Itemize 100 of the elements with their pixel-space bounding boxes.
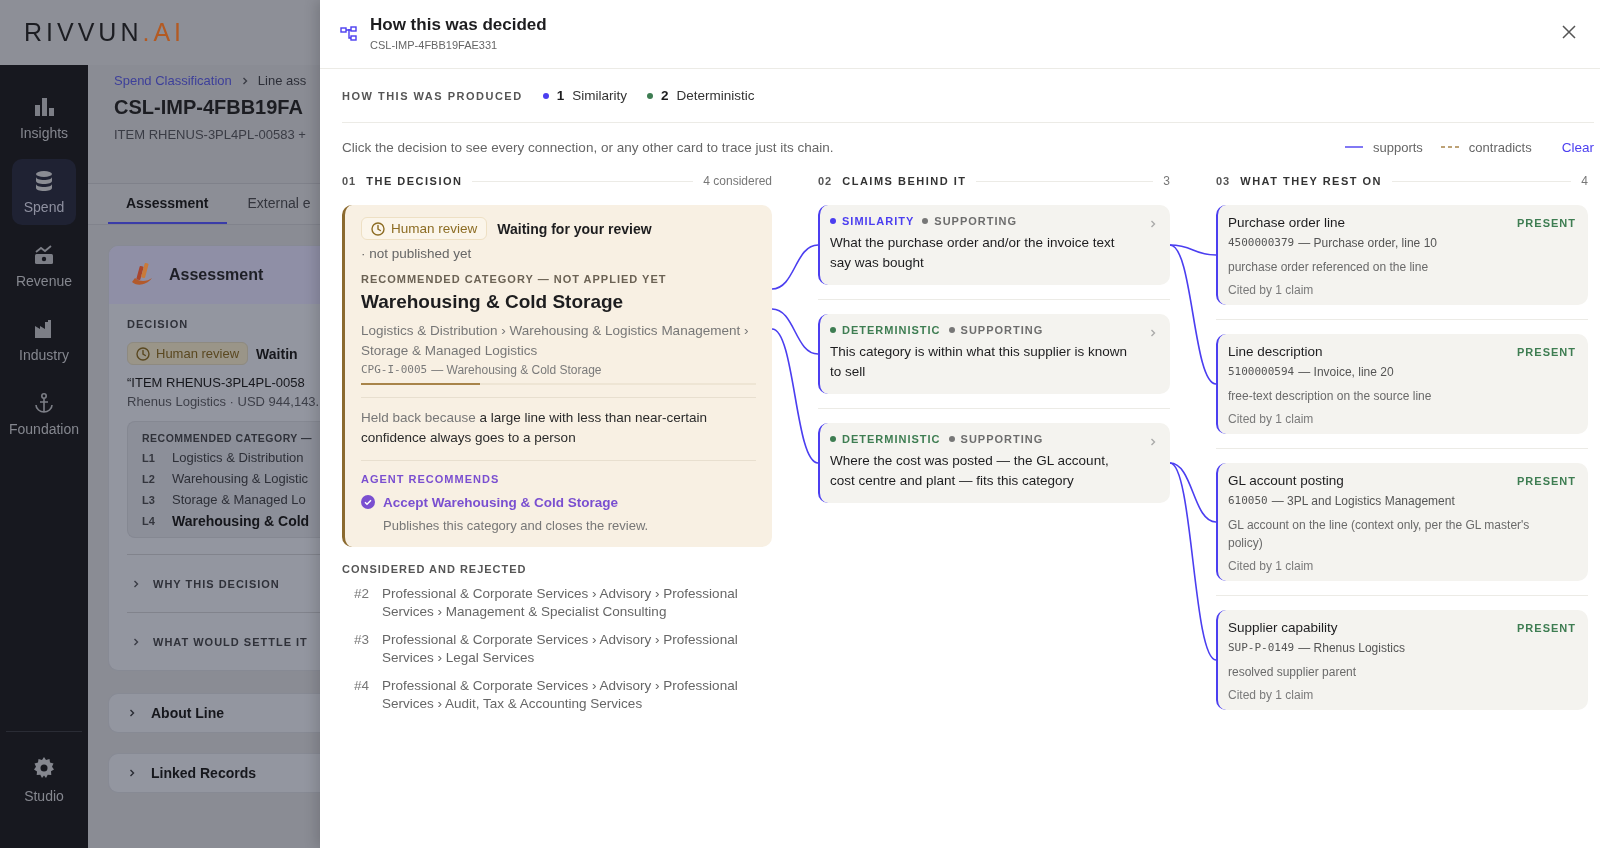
logo: RIVVUN.AI	[0, 0, 320, 65]
nav-item[interactable]: Foundation	[12, 381, 76, 447]
citation-count: Cited by 1 claim	[1228, 688, 1315, 702]
chevron-icon	[1148, 328, 1158, 338]
connector-line	[771, 244, 819, 290]
hint-text: Click the decision to see every connection, or any other card to trace just its chain.	[342, 139, 834, 155]
nav-item[interactable]: Studio	[12, 744, 76, 814]
column-count: 4	[1581, 174, 1588, 188]
chevron-icon	[1148, 437, 1158, 447]
claim-text: This category is within what this supplier is known to sell	[830, 343, 1129, 381]
accept-link[interactable]: Accept Warehousing & Cold Storage	[383, 495, 619, 510]
evidence-title: GL account posting	[1228, 473, 1344, 488]
collapsible-panel[interactable]: About Line	[108, 693, 320, 733]
record-id: SUP-P-0149	[1228, 641, 1295, 655]
rank-label: #4	[354, 677, 371, 695]
dot-icon	[948, 436, 955, 442]
section-label: RECOMMENDED CATEGORY — NOT APPLIED YET	[361, 273, 668, 285]
claim-card[interactable]: SIMILARITY SUPPORTING What the purchase order and/or the invoice text say was bought	[818, 205, 1170, 285]
dashed-line-icon	[1440, 143, 1459, 151]
level-code: L1	[142, 451, 156, 465]
evidence-title: Supplier capability	[1228, 620, 1338, 635]
meta-text: Rhenus Logistics · USD 944,143.	[127, 394, 320, 409]
record-id: 4500000379	[1228, 236, 1295, 250]
record-label: — Rhenus Logistics	[1298, 641, 1405, 655]
citation-count: Cited by 1 claim	[1228, 283, 1315, 297]
clock-icon	[136, 346, 150, 361]
action-note: Publishes this category and closes the review.	[383, 518, 650, 533]
tab[interactable]: Assessment	[108, 184, 227, 224]
column-title: THE DECISION	[366, 175, 463, 187]
method-label: Similarity	[572, 88, 627, 103]
panel-title: How this was decided	[370, 15, 547, 35]
evidence-note: resolved supplier parent	[1228, 664, 1358, 681]
evidence-note: purchase order referenced on the line	[1228, 259, 1430, 276]
chevron-icon	[131, 578, 141, 589]
column-number: 02	[818, 175, 833, 187]
column-count: 4 considered	[703, 174, 772, 188]
alternative-path: Professional & Corporate Services › Advisory › Professional Services › Audit, Tax & Accounting Services	[382, 677, 739, 713]
clock-icon	[371, 221, 385, 236]
claim-text: Where the cost was posted — the GL account, cost centre and plant — fits this category	[830, 452, 1110, 490]
chevron-icon	[127, 768, 137, 778]
level-label: Logistics & Distribution	[172, 450, 304, 465]
column-number: 01	[342, 175, 357, 187]
dot-icon	[948, 327, 955, 333]
cash-growth-icon	[32, 243, 56, 267]
status-text: Waiting for your review	[497, 220, 652, 237]
section-label: CONSIDERED AND REJECTED	[342, 563, 528, 575]
evidence-card[interactable]: Purchase order line PRESENT 4500000379 — Purchase order, line 10 purchase order referenced on the line Cited by 1 claim	[1216, 205, 1588, 305]
method-tag: DETERMINISTIC	[842, 433, 941, 445]
evidence-note: free-text description on the source line	[1228, 388, 1433, 405]
citation-count: Cited by 1 claim	[1228, 559, 1315, 573]
category-path: Logistics & Distribution › Warehousing & Logistics Management › Storage & Managed Logistics	[361, 322, 750, 360]
nav-item[interactable]: Insights	[12, 85, 76, 151]
reason-text: Held back because a large line with less than near-certain confidence always goes to a person	[361, 409, 708, 447]
rank-label: #3	[354, 631, 371, 649]
status-label: PRESENT	[1517, 345, 1576, 358]
chevron-icon	[127, 708, 137, 718]
record-id: 5100000594	[1228, 365, 1295, 379]
panel-subtitle: CSL-IMP-4FBB19FAE331	[370, 39, 499, 51]
evidence-card[interactable]: GL account posting PRESENT 610050 — 3PL and Logistics Management GL account on the line (context only, per the GL master's policy) Cited by 1 claim	[1216, 463, 1588, 581]
method-label: Deterministic	[676, 88, 755, 103]
stance-tag: SUPPORTING	[934, 215, 1018, 227]
evidence-card[interactable]: Line description PRESENT 5100000594 — Invoice, line 20 free-text description on the source line Cited by 1 claim	[1216, 334, 1588, 434]
evidence-card[interactable]: Supplier capability PRESENT SUP-P-0149 — Rhenus Logistics resolved supplier parent Cited by 1 claim	[1216, 610, 1588, 710]
citation-count: Cited by 1 claim	[1228, 412, 1315, 426]
method-tag: SIMILARITY	[842, 215, 915, 227]
dot-icon	[830, 436, 836, 442]
collapsible-panel[interactable]: Linked Records	[108, 753, 320, 793]
method-tag: DETERMINISTIC	[842, 324, 941, 336]
nav-item[interactable]: Revenue	[12, 233, 76, 299]
status-label: PRESENT	[1517, 474, 1576, 487]
dot-icon	[542, 92, 549, 99]
solid-line-icon	[1345, 143, 1363, 151]
card-title: Assessment	[169, 266, 264, 284]
section-label: HOW THIS WAS PRODUCED	[342, 89, 523, 102]
evidence-title: Purchase order line	[1228, 215, 1346, 230]
clear-link[interactable]: Clear	[1561, 139, 1594, 155]
method-count: 1	[556, 88, 565, 103]
decision-card[interactable]	[342, 205, 772, 547]
chevron-icon	[131, 636, 141, 647]
record-label: — Purchase order, line 10	[1298, 236, 1437, 250]
close-icon	[1562, 25, 1576, 39]
page-subtitle: ITEM RHENUS-3PL4PL-00583 +	[114, 127, 307, 142]
anchor-icon	[32, 391, 56, 415]
category-code: CPG-I-0005	[361, 363, 428, 377]
tab[interactable]: External e	[230, 184, 320, 224]
method-count: 2	[660, 88, 669, 103]
claim-card[interactable]: DETERMINISTIC SUPPORTING Where the cost was posted — the GL account, cost centre and plant — fits this category	[818, 423, 1170, 503]
level-code: L3	[142, 493, 156, 507]
record-id: 610050	[1228, 494, 1268, 508]
status-note: · not published yet	[361, 246, 473, 261]
nav-item[interactable]: Spend	[12, 159, 76, 225]
level-label: Warehousing & Logistic	[172, 471, 309, 486]
claim-card[interactable]: DETERMINISTIC SUPPORTING This category is within what this supplier is known to sell	[818, 314, 1170, 394]
nav-item[interactable]: Industry	[12, 307, 76, 373]
alternative-path: Professional & Corporate Services › Advisory › Professional Services › Management & Specialist Consulting	[382, 585, 739, 621]
claim-text: What the purchase order and/or the invoice text say was bought	[830, 234, 1116, 272]
legend-label: supports	[1373, 139, 1423, 155]
dot-icon	[830, 218, 836, 224]
status-text: Waitin	[256, 345, 298, 362]
column-count: 3	[1163, 174, 1170, 188]
